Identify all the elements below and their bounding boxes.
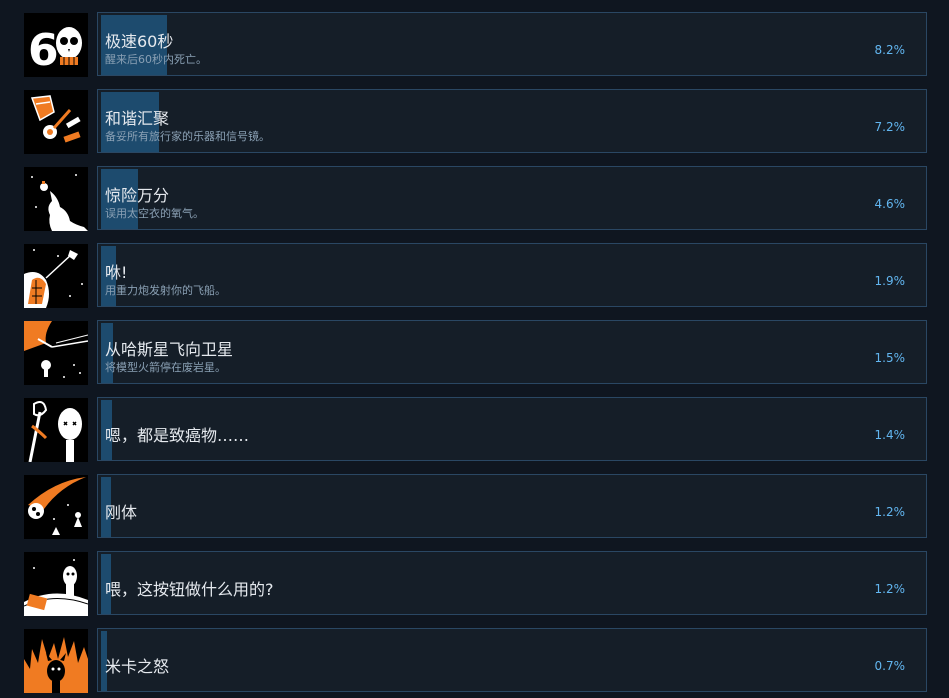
achievement-row[interactable]: 刚体 1.2% <box>24 474 927 540</box>
achievement-title: 嗯，都是致癌物…… <box>105 426 250 445</box>
ship-launch-icon <box>24 244 88 308</box>
unlock-percentage: 1.4% <box>874 428 906 442</box>
achievement-title: 咻! <box>105 263 128 282</box>
unlock-percentage: 8.2% <box>874 43 906 57</box>
unlock-percentage: 1.2% <box>874 582 906 596</box>
achievement-title: 惊险万分 <box>105 186 170 205</box>
model-rocket-icon <box>24 321 88 385</box>
achievement-panel: 嗯，都是致癌物…… 1.4% <box>97 397 927 461</box>
instruments-icon <box>24 90 88 154</box>
unlock-percentage: 0.7% <box>874 659 906 673</box>
achievement-title: 米卡之怒 <box>105 657 170 676</box>
achievement-panel: 刚体 1.2% <box>97 474 927 538</box>
achievement-description: 备妥所有旅行家的乐器和信号镜。 <box>105 130 270 143</box>
achievement-title: 喂，这按钮做什么用的? <box>105 580 274 599</box>
achievement-panel: 惊险万分 误用太空衣的氧气。 4.6% <box>97 166 927 230</box>
unlock-percentage: 7.2% <box>874 120 906 134</box>
achievement-row[interactable]: 和谐汇聚 备妥所有旅行家的乐器和信号镜。 7.2% <box>24 89 927 155</box>
unlock-percentage: 1.2% <box>874 505 906 519</box>
achievement-panel: 咻! 用重力炮发射你的飞船。 1.9% <box>97 243 927 307</box>
unlock-percentage: 1.5% <box>874 351 906 365</box>
achievement-description: 醒来后60秒内死亡。 <box>105 53 207 66</box>
achievement-row[interactable]: 米卡之怒 0.7% <box>24 628 927 694</box>
achievement-title: 刚体 <box>105 503 138 522</box>
skull-60-icon: 6 <box>24 13 88 77</box>
achievement-row[interactable]: 惊险万分 误用太空衣的氧气。 4.6% <box>24 166 927 232</box>
achievement-title: 极速60秒 <box>105 32 174 51</box>
achievement-title: 从哈斯星飞向卫星 <box>105 340 234 359</box>
meteor-icon <box>24 475 88 539</box>
achievement-row[interactable]: 从哈斯星飞向卫星 将模型火箭停在废岩星。 1.5% <box>24 320 927 386</box>
achievement-panel: 喂，这按钮做什么用的? 1.2% <box>97 551 927 615</box>
svg-text:6: 6 <box>28 25 59 76</box>
achievement-row[interactable]: 咻! 用重力炮发射你的飞船。 1.9% <box>24 243 927 309</box>
astronaut-jet-icon <box>24 167 88 231</box>
alien-staff-icon <box>24 398 88 462</box>
achievement-panel: 极速60秒 醒来后60秒内死亡。 8.2% <box>97 12 927 76</box>
achievement-description: 误用太空衣的氧气。 <box>105 207 204 220</box>
fire-devil-icon <box>24 629 88 693</box>
achievement-row[interactable]: 嗯，都是致癌物…… 1.4% <box>24 397 927 463</box>
achievement-description: 用重力炮发射你的飞船。 <box>105 284 226 297</box>
unlock-percentage: 1.9% <box>874 274 906 288</box>
alien-button-icon <box>24 552 88 616</box>
achievement-row[interactable]: 6 极速60秒 醒来后60秒内死亡。 8.2% <box>24 12 927 78</box>
achievement-panel: 米卡之怒 0.7% <box>97 628 927 692</box>
achievement-row[interactable]: 喂，这按钮做什么用的? 1.2% <box>24 551 927 617</box>
achievement-list: 6 极速60秒 醒来后60秒内死亡。 8.2% 和谐汇聚 备妥所有旅行家的乐器和… <box>0 0 949 698</box>
achievement-panel: 从哈斯星飞向卫星 将模型火箭停在废岩星。 1.5% <box>97 320 927 384</box>
achievement-title: 和谐汇聚 <box>105 109 170 128</box>
achievement-panel: 和谐汇聚 备妥所有旅行家的乐器和信号镜。 7.2% <box>97 89 927 153</box>
achievement-description: 将模型火箭停在废岩星。 <box>105 361 226 374</box>
unlock-percentage: 4.6% <box>874 197 906 211</box>
